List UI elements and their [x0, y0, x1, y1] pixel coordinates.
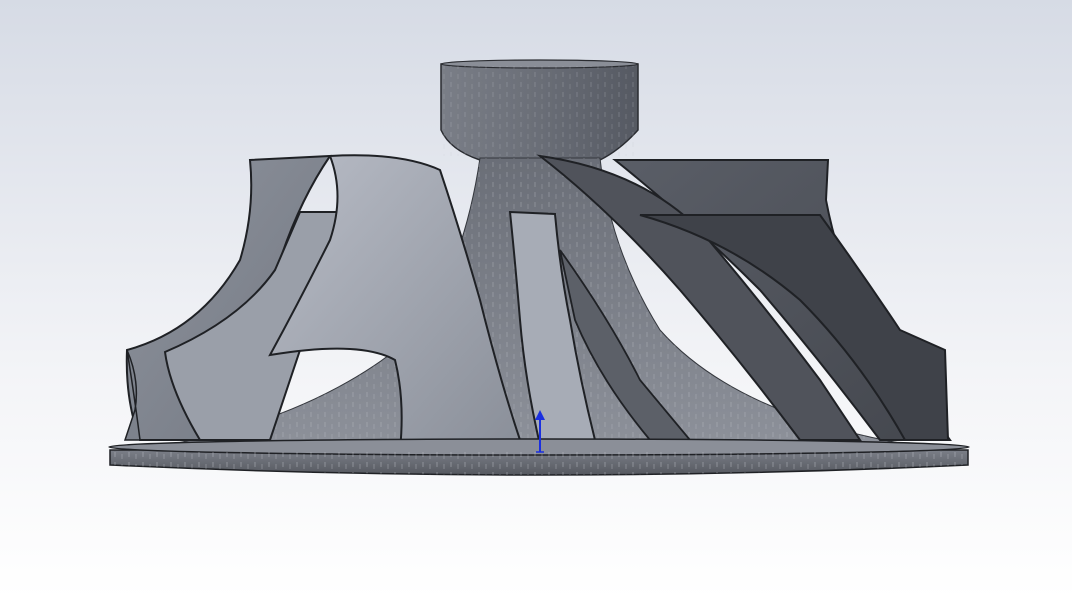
graphics-viewport[interactable]: [0, 0, 1072, 599]
model-view[interactable]: [0, 0, 1072, 599]
shaft: [440, 59, 639, 161]
